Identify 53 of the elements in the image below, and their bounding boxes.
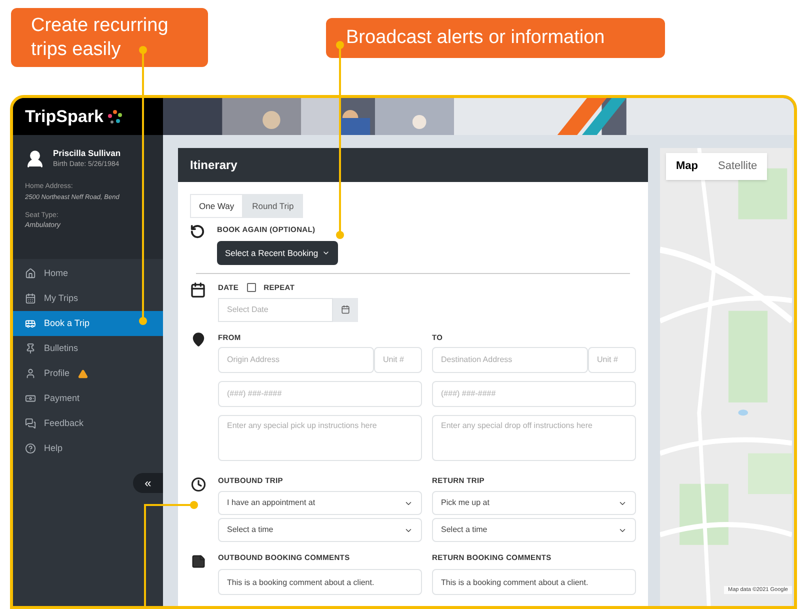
- tab[interactable]: One Way: [190, 194, 244, 218]
- spark-icon: [107, 108, 124, 124]
- user-name: Priscilla Sullivan: [53, 147, 121, 160]
- nav-item[interactable]: Book a Trip: [13, 311, 163, 336]
- map-type-tab[interactable]: Map: [666, 153, 708, 180]
- banknote-icon: [25, 393, 36, 404]
- calendar-icon: [341, 305, 350, 314]
- date-field[interactable]: Select Date: [218, 298, 333, 322]
- nav-item[interactable]: Help: [13, 436, 163, 461]
- phone-field[interactable]: (###) ###-####: [432, 380, 636, 407]
- repeat-checkbox[interactable]: [246, 283, 256, 292]
- nav-item[interactable]: Profile: [13, 361, 163, 386]
- home-icon: [25, 268, 36, 279]
- nav-item[interactable]: My Trips: [13, 286, 163, 311]
- comment-field[interactable]: This is a booking comment about a client.: [432, 569, 636, 596]
- user-icon: [25, 368, 36, 379]
- bus-icon: [25, 318, 36, 329]
- undo-icon: [190, 224, 205, 239]
- calendar-icon: [25, 293, 36, 304]
- unit-field[interactable]: Unit #: [588, 346, 636, 373]
- nav-item[interactable]: Feedback: [13, 411, 163, 436]
- comment-field[interactable]: This is a booking comment about a client.: [218, 569, 422, 596]
- nav-item[interactable]: Payment: [13, 386, 163, 411]
- card-header: Itinerary: [178, 148, 648, 182]
- select-field[interactable]: Select a time: [218, 518, 422, 542]
- pin-icon: [25, 343, 36, 354]
- calendar-icon: [190, 282, 206, 298]
- avatar-icon: [25, 148, 45, 169]
- warning-icon: [78, 368, 88, 378]
- nav-item[interactable]: Home: [13, 261, 163, 286]
- select-field[interactable]: Pick me up at: [432, 491, 636, 515]
- clock-icon: [190, 476, 206, 492]
- callout: Create recurring trips easily: [11, 8, 208, 67]
- tab[interactable]: Round Trip: [243, 194, 303, 218]
- address-field[interactable]: Origin Address: [218, 346, 374, 373]
- nav-item[interactable]: Bulletins: [13, 336, 163, 361]
- map-type-tab[interactable]: Satellite: [708, 153, 768, 180]
- instructions-field[interactable]: Enter any special pick up instructions here: [218, 414, 422, 461]
- date-picker-button[interactable]: [333, 298, 358, 322]
- phone-field[interactable]: (###) ###-####: [218, 380, 422, 407]
- help-icon: [25, 443, 36, 454]
- unit-field[interactable]: Unit #: [374, 346, 422, 373]
- callout: Broadcast alerts or information: [326, 18, 665, 58]
- note-icon: [190, 554, 206, 568]
- instructions-field[interactable]: Enter any special drop off instructions here: [432, 414, 636, 461]
- logo: TripSpark: [25, 106, 104, 128]
- address-field[interactable]: Destination Address: [432, 346, 588, 373]
- chat-icon: [25, 418, 36, 429]
- recent-booking-button[interactable]: Select a Recent Booking: [217, 241, 338, 266]
- select-field[interactable]: Select a time: [432, 518, 636, 542]
- location-pin-icon: [190, 332, 206, 346]
- select-field[interactable]: I have an appointment at: [218, 491, 422, 515]
- collapse-button[interactable]: «: [133, 473, 163, 493]
